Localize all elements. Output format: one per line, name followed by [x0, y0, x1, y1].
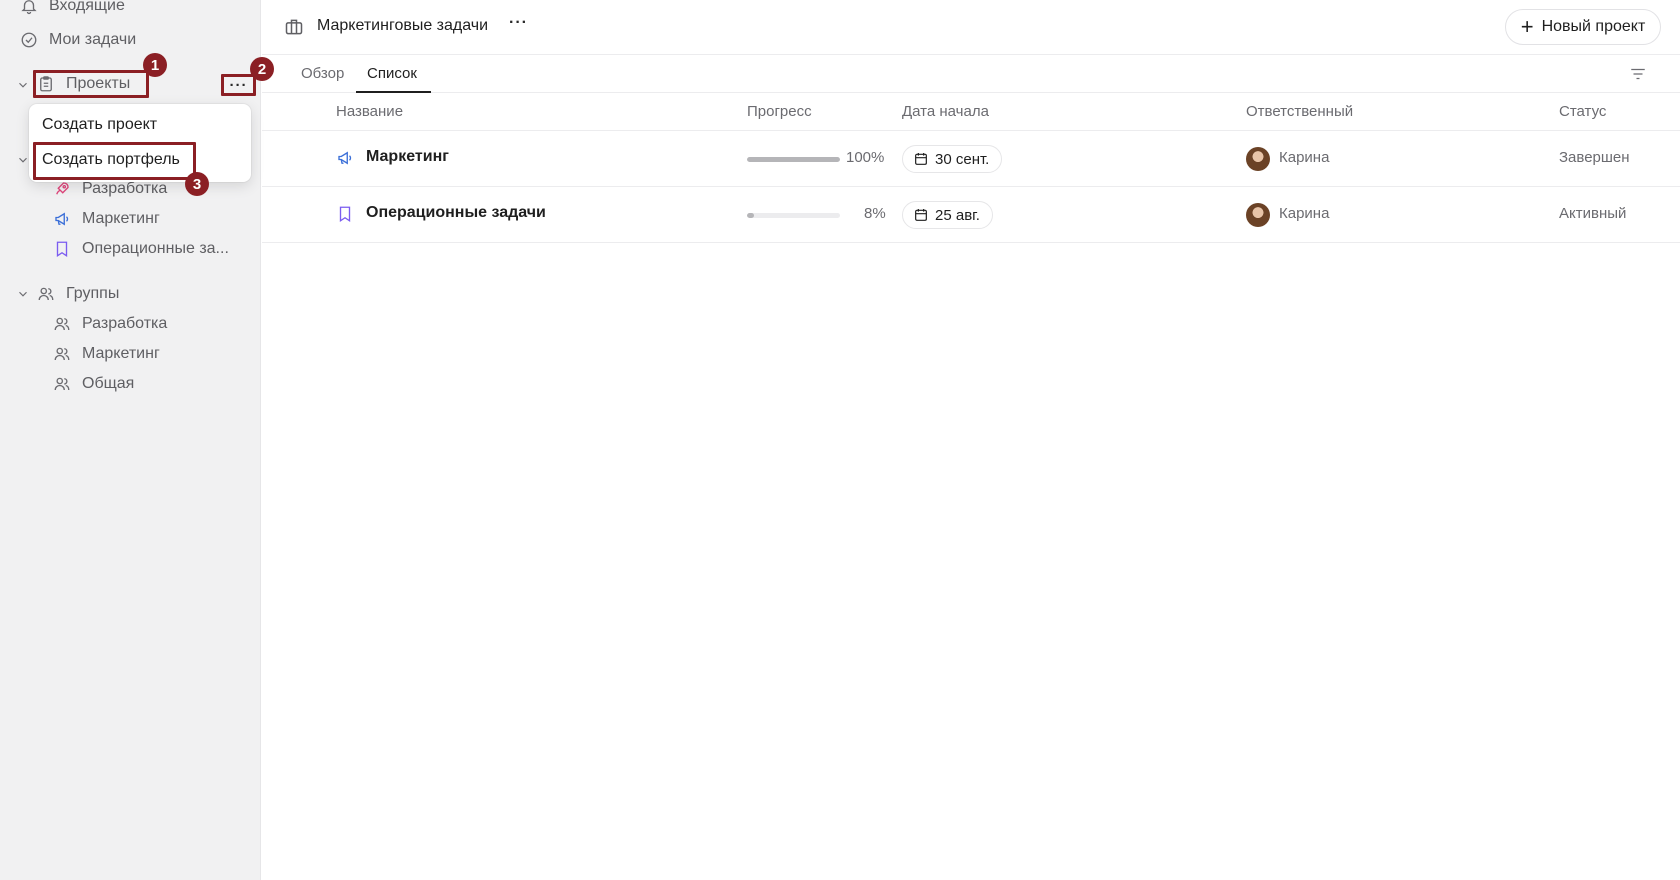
annotation-highlight: [33, 70, 149, 98]
annotation-badge: 3: [185, 172, 209, 196]
tab-overview[interactable]: Обзор: [301, 65, 344, 82]
sidebar-item-label: Разработка: [82, 315, 168, 332]
column-header-status[interactable]: Статус: [1559, 103, 1606, 120]
start-date-label: 25 авг.: [935, 206, 980, 224]
sidebar-item-label: Мои задачи: [49, 31, 137, 48]
chevron-down-icon[interactable]: [16, 78, 30, 92]
new-project-label: Новый проект: [1541, 18, 1646, 35]
owner-name: Карина: [1279, 205, 1330, 222]
rocket-icon: [52, 179, 72, 199]
section-label: Группы: [66, 285, 120, 302]
column-header-name[interactable]: Название: [336, 103, 403, 120]
tab-list[interactable]: Список: [367, 65, 417, 82]
project-name[interactable]: Маркетинг: [366, 148, 449, 166]
annotation-badge: 1: [143, 53, 167, 77]
sidebar-item-label: Маркетинг: [82, 345, 160, 362]
calendar-icon: [915, 153, 927, 165]
owner-name: Карина: [1279, 149, 1330, 166]
megaphone-icon: [336, 149, 356, 169]
progress-bar: [747, 157, 840, 162]
sidebar-section-groups[interactable]: Группы: [36, 280, 119, 308]
new-project-button[interactable]: + Новый проект: [1505, 9, 1661, 45]
sidebar-item-group-general[interactable]: Общая: [52, 370, 134, 398]
progress-label: 8%: [864, 205, 886, 222]
bookmark-icon: [52, 239, 72, 259]
megaphone-icon: [52, 209, 72, 229]
sidebar: Входящие Мои задачи Проекты ··· Разработ…: [0, 0, 261, 880]
users-icon: [52, 374, 72, 394]
sidebar-item-group-marketing[interactable]: Маркетинг: [52, 340, 160, 368]
tab-bar: [262, 55, 1680, 93]
column-header-start-date[interactable]: Дата начала: [902, 103, 989, 120]
annotation-highlight: [33, 142, 196, 180]
table-header: Название Прогресс Дата начала Ответствен…: [262, 93, 1680, 131]
sidebar-item-label: Операционные за...: [82, 240, 229, 257]
sidebar-item-my-tasks[interactable]: Мои задачи: [19, 26, 136, 54]
progress-bar: [747, 213, 840, 218]
users-icon: [52, 314, 72, 334]
status-text: Завершен: [1559, 149, 1630, 166]
calendar-icon: [915, 209, 927, 221]
users-icon: [36, 284, 56, 304]
page-title: Маркетинговые задачи: [317, 17, 489, 34]
filter-icon[interactable]: [1628, 65, 1648, 83]
sidebar-item-inbox[interactable]: Входящие: [19, 0, 125, 20]
start-date-label: 30 сент.: [935, 150, 990, 168]
column-header-owner[interactable]: Ответственный: [1246, 103, 1353, 120]
start-date-chip[interactable]: 25 авг.: [902, 201, 993, 229]
table-row[interactable]: Маркетинг 100% 30 сент. Карина Завершен: [262, 131, 1680, 187]
chevron-down-icon[interactable]: [16, 287, 30, 301]
progress-label: 100%: [846, 149, 885, 166]
sidebar-item-label: Общая: [82, 375, 135, 392]
menu-item-create-project[interactable]: Создать проект: [42, 116, 157, 134]
start-date-chip[interactable]: 30 сент.: [902, 145, 1003, 173]
progress-fill: [747, 213, 755, 218]
status-text: Активный: [1559, 205, 1627, 222]
annotation-highlight: [221, 74, 256, 96]
chevron-down-icon[interactable]: [16, 153, 30, 167]
sidebar-item-label: Маркетинг: [82, 210, 160, 227]
table-row[interactable]: Операционные задачи 8% 25 авг. Карина Ак…: [262, 187, 1680, 243]
sidebar-item-group-development[interactable]: Разработка: [52, 310, 167, 338]
avatar: [1246, 203, 1270, 227]
sidebar-item-project-marketing[interactable]: Маркетинг: [52, 205, 160, 233]
column-header-progress[interactable]: Прогресс: [747, 103, 812, 120]
sidebar-item-project-operations[interactable]: Операционные за...: [52, 235, 229, 263]
progress-fill: [747, 157, 840, 162]
plus-icon: +: [1520, 14, 1534, 39]
users-icon: [52, 344, 72, 364]
bookmark-icon: [336, 205, 356, 225]
avatar: [1246, 147, 1270, 171]
title-more-button[interactable]: ···: [509, 14, 528, 32]
bell-icon: [19, 0, 39, 16]
check-circle-icon: [19, 30, 39, 50]
sidebar-item-label: Входящие: [49, 0, 125, 14]
briefcase-icon: [284, 17, 304, 37]
sidebar-item-label: Разработка: [82, 180, 168, 197]
project-name[interactable]: Операционные задачи: [366, 204, 546, 222]
